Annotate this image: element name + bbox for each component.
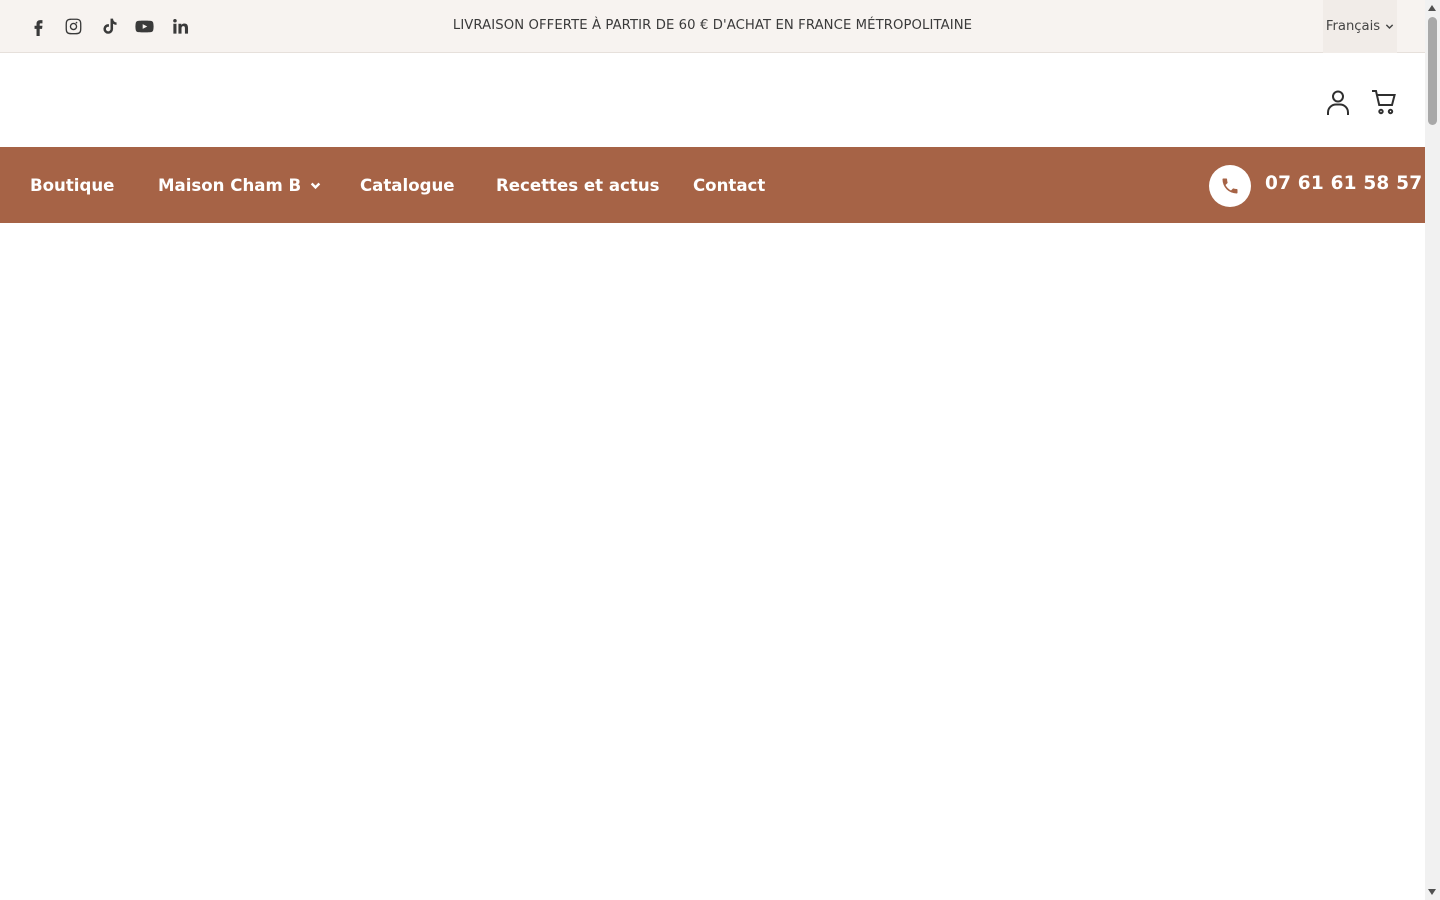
nav-item-label: Catalogue (360, 175, 455, 195)
phone-number-link[interactable]: 07 61 61 58 57 (1265, 173, 1422, 194)
nav-item-label: Maison Cham B (158, 175, 302, 195)
chevron-down-icon (1386, 24, 1394, 30)
page-scrollbar[interactable] (1425, 0, 1440, 900)
nav-item-label: Recettes et actus (496, 175, 660, 195)
nav-item-catalogue[interactable]: Catalogue (360, 147, 455, 223)
nav-item-boutique[interactable]: Boutique (30, 147, 114, 223)
phone-icon[interactable] (1209, 165, 1251, 207)
nav-item-contact[interactable]: Contact (693, 147, 765, 223)
scroll-up-arrow-icon[interactable] (1428, 5, 1436, 11)
language-label: Français (1325, 19, 1381, 34)
scroll-down-arrow-icon[interactable] (1428, 889, 1436, 895)
nav-item-recettes-et-actus[interactable]: Recettes et actus (496, 147, 660, 223)
account-icon[interactable] (1326, 88, 1350, 116)
nav-item-label: Contact (693, 175, 766, 195)
cart-icon[interactable] (1371, 89, 1397, 115)
top-bar: LIVRAISON OFFERTE À PARTIR DE 60 € D'ACH… (0, 0, 1425, 53)
shipping-announcement: LIVRAISON OFFERTE À PARTIR DE 60 € D'ACH… (452, 18, 973, 33)
chevron-down-icon (310, 182, 321, 189)
nav-item-label: Boutique (30, 175, 115, 195)
language-selector[interactable]: Français (1323, 0, 1397, 53)
scrollbar-thumb[interactable] (1428, 17, 1437, 125)
site-header (0, 53, 1425, 147)
nav-item-maison-cham-b[interactable]: Maison Cham B (158, 147, 321, 223)
